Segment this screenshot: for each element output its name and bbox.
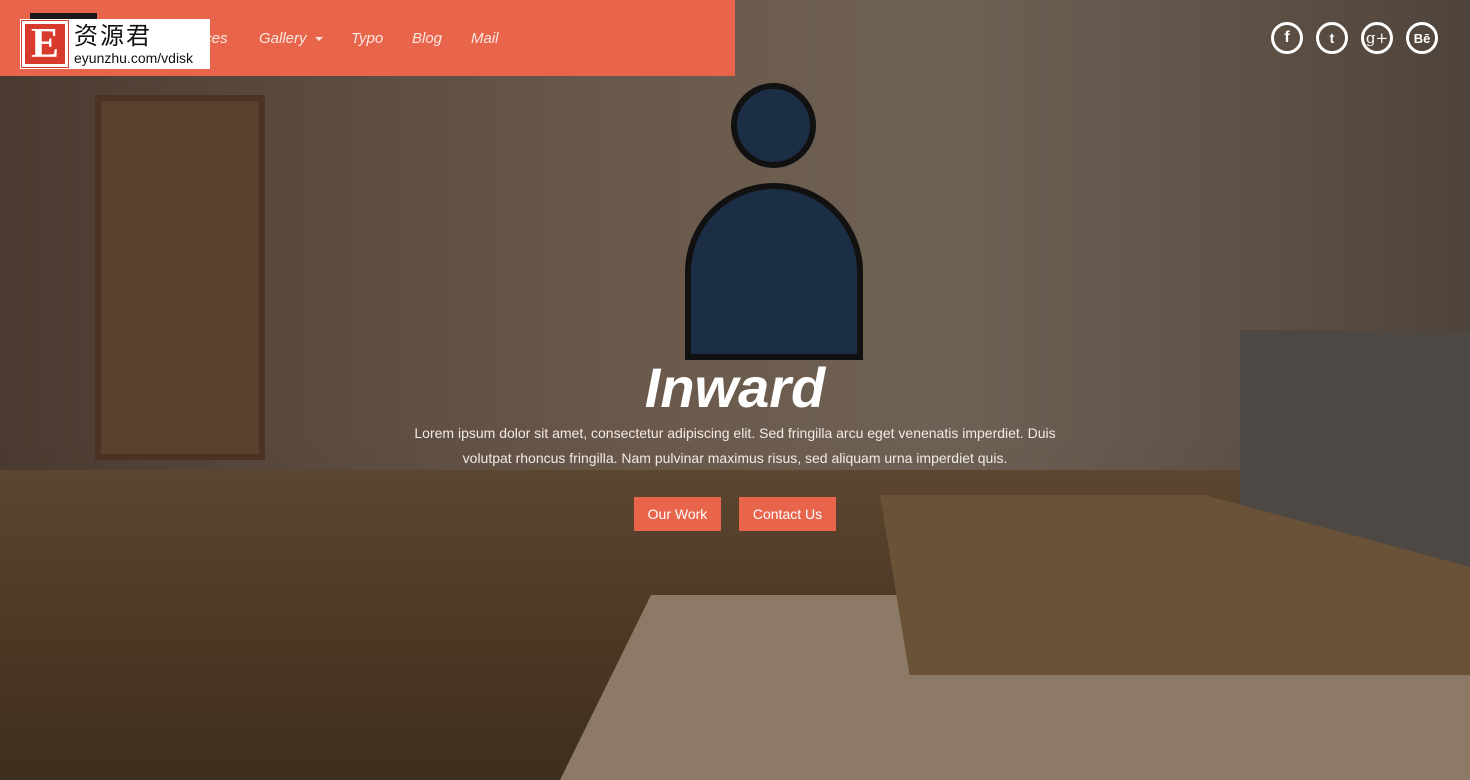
google-plus-icon[interactable]: g+ — [1361, 22, 1393, 54]
watermark-chinese: 资源君 — [74, 21, 152, 50]
nav-gallery-label: Gallery — [259, 30, 307, 47]
caret-down-icon — [314, 37, 323, 42]
nav-mail[interactable]: Mail — [471, 30, 499, 47]
nav-blog[interactable]: Blog — [412, 30, 442, 47]
hero-title: Inward — [644, 356, 826, 419]
background-round-window — [731, 83, 816, 168]
our-work-button[interactable]: Our Work — [634, 497, 721, 531]
behance-icon[interactable]: Bē — [1406, 22, 1438, 54]
nav-typo[interactable]: Typo — [351, 30, 383, 47]
twitter-icon[interactable]: t — [1316, 22, 1348, 54]
facebook-icon[interactable]: f — [1271, 22, 1303, 54]
watermark: E 资源君 eyunzhu.com/vdisk — [20, 19, 210, 69]
watermark-url: eyunzhu.com/vdisk — [74, 49, 194, 66]
watermark-logo: E — [21, 20, 69, 68]
background-arched-window — [685, 183, 863, 360]
nav-gallery[interactable]: Gallery — [259, 30, 323, 47]
hero-text: Lorem ipsum dolor sit amet, consectetur … — [414, 425, 1056, 466]
contact-us-button[interactable]: Contact Us — [739, 497, 836, 531]
